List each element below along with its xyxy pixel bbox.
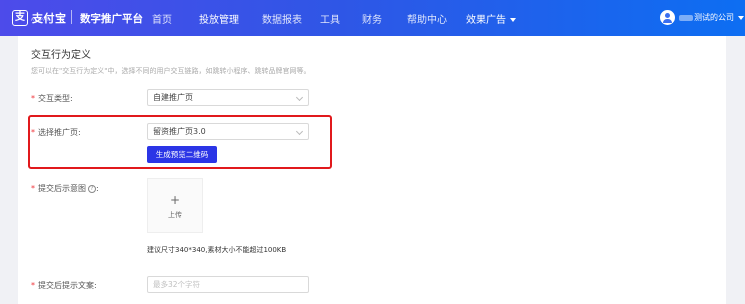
alipay-logo-icon: 支: [12, 10, 28, 26]
chevron-down-icon: [510, 18, 516, 22]
image-upload-box[interactable]: + 上传: [147, 178, 203, 233]
interaction-type-label-text: 交互类型:: [38, 94, 73, 103]
platform-title: 数字推广平台: [80, 13, 143, 25]
promotion-page-select[interactable]: 留资推广页3.0: [147, 123, 309, 140]
interaction-type-value: 自建推广页: [153, 93, 193, 102]
top-navigation-bar: 支 支付宝 ALIPAY 数字推广平台 首页 投放管理 数据报表 工具 财务 帮…: [0, 0, 745, 36]
interaction-type-select[interactable]: 自建推广页: [147, 89, 309, 106]
post-submit-image-label: * 提交后示意图?:: [31, 183, 99, 194]
chevron-down-icon: [738, 15, 744, 20]
user-avatar-icon: [660, 10, 675, 25]
interaction-type-label: * 交互类型:: [31, 93, 73, 104]
nav-item-performance-ads-label: 效果广告: [466, 15, 506, 26]
nav-item-finance[interactable]: 财务: [362, 11, 382, 26]
post-submit-text-input[interactable]: [147, 276, 309, 293]
generate-preview-qr-button[interactable]: 生成预览二维码: [147, 146, 217, 163]
select-page-label: * 选择推广页:: [31, 127, 81, 138]
user-name: 测试的公司: [694, 13, 734, 22]
post-submit-text-label-text: 提交后提示文案:: [38, 281, 97, 290]
label-colon: :: [96, 184, 99, 193]
upload-label: 上传: [168, 211, 182, 219]
chevron-down-icon: [295, 127, 304, 136]
upload-hint: 建议尺寸340*340,素材大小不能超过100KB: [147, 246, 287, 254]
nav-item-home[interactable]: 首页: [152, 11, 172, 26]
required-mark: *: [31, 94, 35, 103]
interaction-definition-panel: 交互行为定义 您可以在"交互行为定义"中，选择不同的用户交互链路，如跳转小程序、…: [18, 36, 726, 304]
select-page-label-text: 选择推广页:: [38, 128, 81, 137]
required-mark: *: [31, 281, 35, 290]
help-icon[interactable]: ?: [88, 184, 96, 193]
promotion-page-value: 留资推广页3.0: [153, 127, 206, 136]
required-mark: *: [31, 184, 35, 193]
nav-item-reports[interactable]: 数据报表: [262, 11, 302, 26]
nav-item-campaign-management[interactable]: 投放管理: [199, 11, 239, 26]
redacted-text: [679, 14, 693, 21]
section-title: 交互行为定义: [31, 50, 91, 61]
section-description: 您可以在"交互行为定义"中，选择不同的用户交互链路，如跳转小程序、跳转品牌官网等…: [31, 67, 311, 75]
plus-icon: +: [169, 193, 181, 207]
logo-subtext: ALIPAY: [31, 17, 51, 22]
nav-item-tools[interactable]: 工具: [320, 11, 340, 26]
chevron-down-icon: [295, 93, 304, 102]
required-mark: *: [31, 128, 35, 137]
logo-divider: [71, 10, 72, 24]
post-submit-text-label: * 提交后提示文案:: [31, 280, 97, 291]
nav-item-performance-ads[interactable]: 效果广告: [466, 11, 516, 26]
post-submit-image-label-text: 提交后示意图: [38, 184, 86, 193]
nav-item-help-center[interactable]: 帮助中心: [407, 11, 447, 26]
user-menu[interactable]: 测试的公司: [660, 10, 744, 25]
